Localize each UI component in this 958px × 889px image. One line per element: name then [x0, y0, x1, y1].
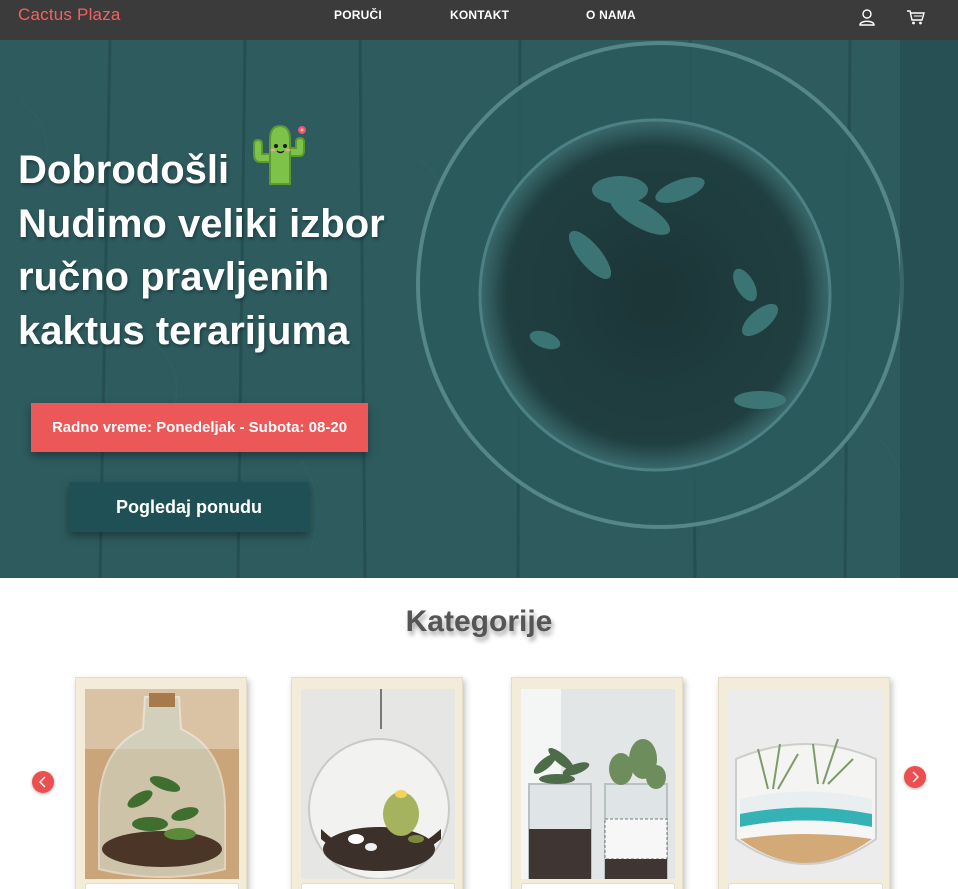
working-hours-badge: Radno vreme: Ponedeljak - Subota: 08-20: [31, 403, 368, 452]
nav-link-o-nama[interactable]: O NAMA: [586, 8, 636, 22]
mason-jar-succulents-image: [521, 689, 675, 879]
categories-title: Kategorije: [405, 605, 553, 638]
hanging-globe-terrarium-image: [301, 689, 455, 879]
top-navbar: Cactus Plaza PORUČI KONTAKT O NAMA: [0, 0, 958, 40]
cart-icon[interactable]: [906, 7, 926, 27]
hero-heading-tagline: Nudimo veliki izbor ručno pravljenih kak…: [18, 201, 385, 353]
chevron-right-icon: [912, 771, 919, 783]
hero-banner: Dobrodošli Nudimo veliki izbor ručno pra…: [0, 40, 958, 578]
view-offer-button[interactable]: Pogledaj ponudu: [69, 482, 309, 532]
hero-heading-welcome: Dobrodošli: [18, 148, 230, 192]
category-card[interactable]: [718, 677, 890, 889]
brand-logo[interactable]: Cactus Plaza: [18, 5, 121, 25]
category-card[interactable]: [511, 677, 683, 889]
category-card[interactable]: [291, 677, 463, 889]
user-icon[interactable]: [857, 7, 877, 27]
chevron-left-icon: [39, 776, 46, 788]
category-card[interactable]: [75, 677, 247, 889]
sand-bowl-terrarium-image: [728, 689, 883, 879]
nav-link-poruci[interactable]: PORUČI: [334, 8, 382, 22]
nav-link-kontakt[interactable]: KONTAKT: [450, 8, 509, 22]
card-caption: [85, 883, 239, 889]
cactus-icon: [253, 124, 306, 185]
card-caption: [521, 883, 675, 889]
card-caption: [728, 883, 883, 889]
carousel-prev-button[interactable]: [32, 771, 54, 793]
hero-heading: Dobrodošli Nudimo veliki izbor ručno pra…: [18, 144, 448, 358]
bottle-terrarium-image: [85, 689, 239, 879]
card-caption: [301, 883, 455, 889]
carousel-next-button[interactable]: [904, 766, 926, 788]
